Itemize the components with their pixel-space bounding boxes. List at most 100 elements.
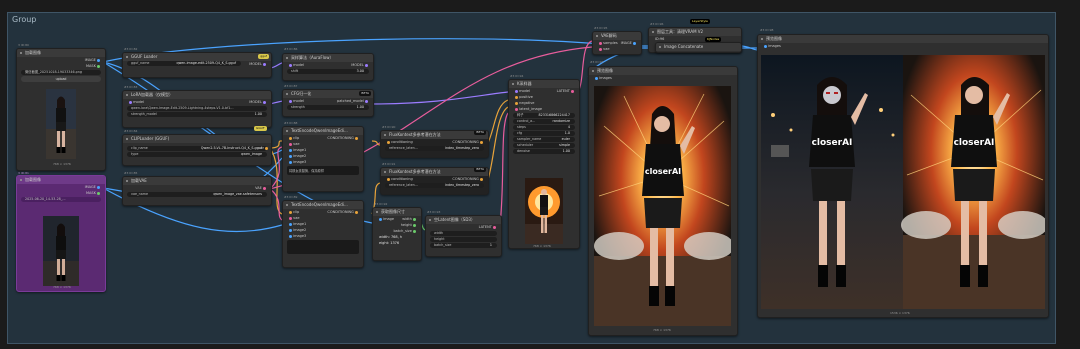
- scheduler-select[interactable]: scheduler simple: [513, 143, 575, 148]
- field-label: width: [434, 231, 444, 235]
- lora-loader-node[interactable]: LoRA加载器（仅模型） model MODEL qwen-lora\Qwen-I…: [122, 90, 272, 128]
- preview-image-node-1[interactable]: 预览图像 images closerAI 768 × 1376: [588, 66, 738, 336]
- node-title: 加载图像: [17, 176, 105, 184]
- negative-textarea[interactable]: [287, 240, 359, 254]
- clip-type-select[interactable]: type qwen_image: [127, 152, 267, 157]
- node-id: #3 ID:85: [124, 171, 138, 175]
- node-title: 加载图像: [17, 49, 105, 57]
- field-label: type: [131, 152, 139, 156]
- input-label: vae: [293, 142, 300, 146]
- steps-field[interactable]: steps 4: [513, 125, 575, 130]
- input-image3[interactable]: image3: [283, 159, 363, 165]
- flux-kontext-node-1[interactable]: FluxKontext多参考潜在方法 BETA conditioning COND…: [380, 130, 489, 158]
- strength-model-field[interactable]: strength_model 1.00: [127, 112, 267, 117]
- input-label: model: [133, 100, 145, 104]
- io-row[interactable]: conditioning CONDITIONING: [381, 176, 488, 182]
- strength-field[interactable]: strength 1.00: [287, 105, 369, 110]
- result-image-1: closerAI: [594, 86, 731, 326]
- cfg-field[interactable]: cfg 1.0: [513, 131, 575, 136]
- reference-latent-select[interactable]: reference_laten... index_timestep_zero: [385, 183, 484, 188]
- output-label: CONDITIONING: [327, 210, 354, 214]
- image-caption: 768 × 1376: [533, 244, 551, 248]
- gguf-badge: gguf: [258, 54, 269, 59]
- aura-flow-node[interactable]: 采样算法（AuraFlow） model MODEL shift 3.00: [282, 53, 374, 81]
- output-vae[interactable]: VAE: [123, 185, 271, 191]
- prompt-textarea[interactable]: 将那女孩替换，保持原样: [287, 166, 359, 175]
- input-label: model: [293, 99, 305, 103]
- output-label: width: [402, 217, 412, 221]
- preview-image-node-2[interactable]: 预览图像 images closerAI closerAI 1536 × 137…: [757, 34, 1049, 318]
- batch-size-field[interactable]: batch_size 1: [430, 243, 497, 248]
- file-name: 微信截图_20251018-19033346.png: [25, 70, 82, 74]
- input-latent[interactable]: latent_image: [509, 106, 579, 112]
- height-field[interactable]: height: [430, 237, 497, 242]
- node-id: #3 ID:88: [284, 121, 298, 125]
- node-id: #3 ID:93: [427, 210, 441, 214]
- reference-latent-select[interactable]: reference_laten... index_timestep_zero: [385, 146, 484, 151]
- input-photo: [46, 89, 76, 159]
- seed-field[interactable]: 种子 823316866224417: [513, 113, 575, 118]
- input-label: model: [293, 63, 305, 67]
- text-encode-negative-node[interactable]: TextEncodeQwenImageEdi... clip CONDITIONI…: [282, 200, 364, 268]
- gguf-name-select[interactable]: gguf_name qwen-image-edit-2509-Q4_K_S.ggu…: [127, 61, 241, 66]
- upload-button[interactable]: upload: [21, 76, 101, 82]
- field-value: randomize: [552, 119, 570, 123]
- width-field[interactable]: width: [430, 231, 497, 236]
- field-value: qwen-lora\Qwen-Image-Edit-2509-Lightning…: [131, 106, 234, 110]
- vae-decode-node[interactable]: VAE解码 samples IMAGE vae: [592, 31, 642, 55]
- output-label: CONDITIONING: [452, 140, 479, 144]
- text-encode-positive-node[interactable]: TextEncodeQwenImageEdi... clip CONDITIONI…: [282, 126, 364, 192]
- field-label: height: [434, 237, 445, 241]
- lora-name-select[interactable]: qwen-lora\Qwen-Image-Edit-2509-Lightning…: [127, 106, 267, 111]
- clip-name-select[interactable]: clip_name Qwen2.5-VL-7B-Instruct-Q4_K_S.g…: [127, 146, 267, 151]
- input-images[interactable]: images: [589, 75, 737, 81]
- shift-field[interactable]: shift 3.00: [287, 69, 369, 74]
- io-row[interactable]: conditioning CONDITIONING: [381, 139, 488, 145]
- sampler-select[interactable]: sampler_name euler: [513, 137, 575, 142]
- input-label: image1: [293, 222, 307, 226]
- input-label: clip: [293, 210, 300, 214]
- output-latent[interactable]: LATENT: [426, 224, 501, 230]
- get-image-size-node[interactable]: 获取图像尺寸 image width height batch_size widt…: [372, 207, 422, 261]
- input-label: images: [599, 76, 612, 80]
- denoise-field[interactable]: denoise 1.00: [513, 149, 575, 154]
- output-clip[interactable]: CLIP: [258, 146, 268, 150]
- ksampler-node[interactable]: K采样器 model LATENT positive negative laten…: [508, 79, 580, 249]
- node-id: #3 ID:97: [590, 60, 604, 64]
- input-vae[interactable]: vae: [593, 46, 641, 52]
- vae-name-select[interactable]: vae_name qwen_image_vae.safetensors: [127, 192, 267, 197]
- field-label: strength: [291, 105, 305, 109]
- node-id: #3 ID:84: [124, 129, 138, 133]
- node-id: #3 ID:98: [760, 28, 774, 32]
- field-value: euler: [561, 137, 570, 141]
- node-title: CLIPLoader (GGUF): [123, 135, 271, 143]
- load-image-node[interactable]: 加载图像 IMAGE MASK 微信截图_20251018-19033346.p…: [16, 48, 106, 171]
- cfg-norm-node[interactable]: CFG归一化 BETA model patched_model strength 1…: [282, 89, 374, 117]
- flux-kontext-node-2[interactable]: FluxKontext多参考潜在方法 BETA conditioning COND…: [380, 167, 489, 195]
- image-file-select[interactable]: 2025-06-20_14-53-28_...: [21, 197, 101, 202]
- input-image3[interactable]: image3: [283, 233, 363, 239]
- gguf-loader-node[interactable]: GGUF Loader gguf MODEL gguf_name qwen-ima…: [122, 52, 272, 78]
- image-concatenate-node[interactable]: Image Concatenate: [655, 42, 742, 53]
- control-after-select[interactable]: control_a... randomize: [513, 119, 575, 124]
- input-images[interactable]: images: [758, 43, 1048, 49]
- empty-latent-node[interactable]: 空Latent图像（SD3） LATENT width height batch…: [425, 215, 502, 257]
- input-label: images: [768, 44, 781, 48]
- output-mask[interactable]: MASK: [17, 63, 105, 69]
- load-image-node-2[interactable]: 加载图像 IMAGE MASK 2025-06-20_14-53-28_... …: [16, 175, 106, 292]
- node-title: 预览图像: [589, 67, 737, 75]
- clip-loader-node[interactable]: CLIPLoader (GGUF) clip_name Qwen2.5-VL-7B…: [122, 134, 272, 166]
- node-id: #3 ID:90: [382, 125, 396, 129]
- node-title: FluxKontext多参考潜在方法: [381, 168, 488, 176]
- output-label: patched_model: [336, 99, 364, 103]
- image-caption: 768 × 1376: [53, 162, 71, 166]
- node-title: TextEncodeQwenImageEdi...: [283, 201, 363, 209]
- field-value: 3.00: [356, 69, 364, 73]
- vae-loader-node[interactable]: 加载VAE VAE vae_name qwen_image_vae.safeten…: [122, 176, 272, 206]
- image-file-select[interactable]: 微信截图_20251018-19033346.png: [21, 70, 101, 75]
- io-row[interactable]: model MODEL: [123, 99, 271, 105]
- output-mask[interactable]: MASK: [17, 190, 105, 196]
- io-row[interactable]: model MODEL: [283, 62, 373, 68]
- input-label: image: [383, 217, 395, 221]
- io-row[interactable]: model patched_model: [283, 98, 373, 104]
